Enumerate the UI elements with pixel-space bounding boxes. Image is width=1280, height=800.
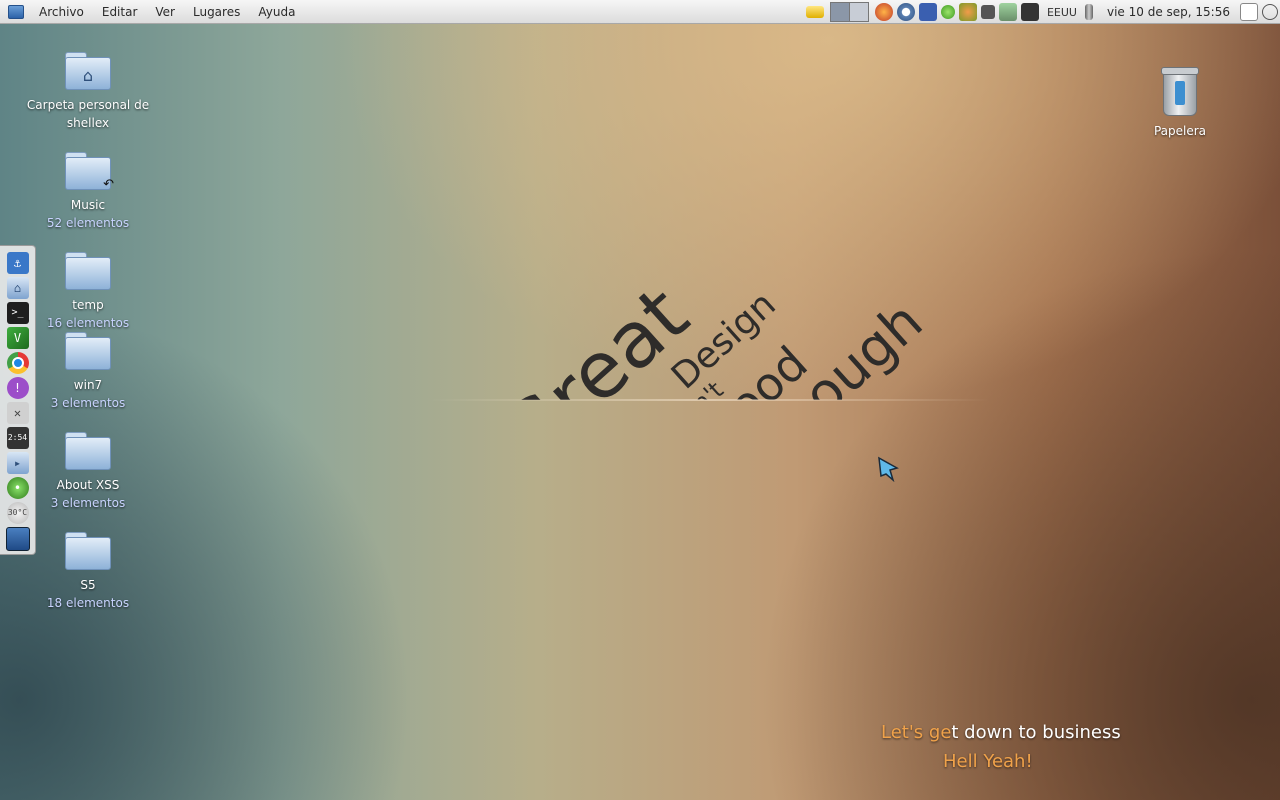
icon-count: 52 elementos [46,216,130,230]
wallpaper-horizon-line [430,399,990,401]
network-icon[interactable] [998,3,1017,21]
icon-label: About XSS [56,478,120,492]
chat-icon[interactable] [918,3,937,21]
firefox-icon[interactable] [874,3,893,21]
menu-lugares[interactable]: Lugares [184,0,249,24]
shutdown-icon[interactable] [1262,4,1278,20]
caption-highlight: Let's ge [881,722,952,743]
icon-label: Music [70,198,106,212]
folder-icon [65,532,111,570]
wallpaper-word-great: Great [483,270,706,400]
applications-icon[interactable] [8,4,24,19]
menubar: Archivo Editar Ver Lugares Ayuda [0,0,304,24]
home-folder-icon: ⌂ [65,52,111,90]
icon-label: win7 [73,378,103,392]
workspace-switcher[interactable] [829,2,869,22]
icon-count: 16 elementos [46,316,130,330]
icon-label: Papelera [1153,124,1207,138]
folder-link-icon: ↶ [65,152,114,192]
menu-archivo[interactable]: Archivo [30,0,93,24]
display-icon[interactable] [1020,3,1039,21]
caption-text: t down to business [951,722,1121,743]
desktop-icon-s5[interactable]: S5 18 elementos [18,532,158,612]
disk-icon[interactable] [896,3,915,21]
system-tray: EEUU vie 10 de sep, 15:56 [804,0,1280,24]
workspace-2[interactable] [849,3,868,21]
menu-editar[interactable]: Editar [93,0,147,24]
mouse-cursor-icon [878,456,899,482]
menu-ayuda[interactable]: Ayuda [249,0,304,24]
desktop-icon-win7[interactable]: win7 3 elementos [18,332,158,412]
folder-icon [65,252,111,290]
status-online-icon[interactable] [940,5,955,19]
desktop-icon-trash[interactable]: Papelera [1110,67,1250,140]
top-panel: Archivo Editar Ver Lugares Ayuda EEUU vi… [0,0,1280,24]
icon-label: Carpeta personal de shellex [26,98,150,130]
icon-label: S5 [80,578,96,592]
battery-icon[interactable] [1085,4,1093,20]
folder-icon [65,432,111,470]
clock[interactable]: vie 10 de sep, 15:56 [1107,5,1230,19]
screenshot-icon[interactable] [1240,3,1258,21]
menu-ver[interactable]: Ver [146,0,184,24]
update-icon[interactable] [958,3,977,21]
desktop-icon-home[interactable]: ⌂ Carpeta personal de shellex [18,52,158,132]
icon-count: 3 elementos [50,396,126,410]
desktop-caption-line2: Hell Yeah! [943,751,1033,772]
desktop-icon-music[interactable]: ↶ Music 52 elementos [18,152,158,232]
icon-label: temp [72,298,104,312]
notes-icon[interactable] [805,6,824,18]
settings-icon[interactable] [980,5,995,19]
desktop-icon-temp[interactable]: temp 16 elementos [18,252,158,332]
workspace-1[interactable] [830,3,850,21]
icon-count: 18 elementos [46,596,130,610]
desktop-icon-about-xss[interactable]: About XSS 3 elementos [18,432,158,512]
folder-icon [65,332,111,370]
wallpaper-typography: Great Design isn't Good Enough [430,220,990,400]
trash-icon [1161,67,1199,116]
keyboard-layout[interactable]: EEUU [1047,6,1077,19]
icon-count: 3 elementos [50,496,126,510]
desktop-caption-line1: Let's get down to business [881,722,1121,743]
